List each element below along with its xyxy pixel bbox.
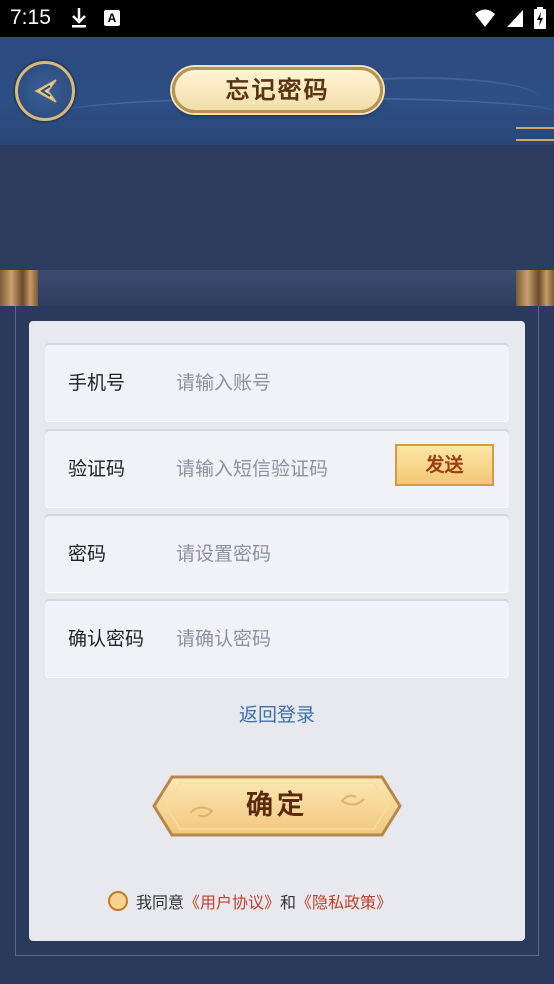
back-button[interactable] (15, 61, 75, 121)
password-label: 密码 (68, 543, 107, 565)
confirm-password-label: 确认密码 (68, 628, 145, 650)
user-agreement-link[interactable]: 《用户协议》 (184, 889, 280, 913)
send-code-button[interactable]: 发送 (395, 444, 494, 486)
battery-icon (534, 7, 546, 29)
phone-label: 手机号 (68, 372, 126, 394)
download-icon (72, 8, 86, 28)
scroll-cap-right (516, 270, 554, 306)
agreement-prefix: 我同意 (136, 893, 185, 912)
status-bar: 7:15 A (0, 0, 554, 37)
agreement-row: 我同意 《用户协议》 和 《隐私政策》 (108, 888, 392, 914)
scroll-rod-decoration (0, 270, 554, 306)
phone-input[interactable] (176, 365, 396, 401)
scroll-cap-left (0, 270, 38, 306)
background-band (0, 145, 554, 270)
back-arrow-icon (34, 79, 57, 103)
header-corner-decoration (516, 127, 554, 141)
status-icons (474, 6, 546, 30)
confirm-button[interactable]: 确定 (150, 773, 404, 839)
verification-code-input[interactable] (176, 451, 396, 487)
confirm-button-label: 确定 (246, 790, 308, 821)
phone-field: 手机号 (45, 345, 509, 421)
confirm-password-input[interactable] (176, 621, 396, 657)
privacy-policy-link[interactable]: 《隐私政策》 (296, 889, 392, 913)
agree-radio[interactable] (108, 891, 128, 911)
signal-icon (507, 10, 523, 27)
page-title: 忘记密码 (172, 67, 383, 113)
app-notification-icon: A (104, 10, 120, 26)
verification-code-field: 验证码 发送 (45, 431, 509, 507)
confirm-password-field: 确认密码 (45, 601, 509, 677)
verification-code-label: 验证码 (68, 458, 126, 480)
status-time: 7:15 (10, 6, 51, 29)
password-field: 密码 (45, 516, 509, 592)
agreement-and: 和 (280, 893, 297, 912)
back-to-login-link[interactable]: 返回登录 (0, 700, 554, 727)
header-bar: 忘记密码 (0, 37, 554, 148)
wifi-icon (475, 9, 495, 27)
password-input[interactable] (176, 536, 396, 572)
